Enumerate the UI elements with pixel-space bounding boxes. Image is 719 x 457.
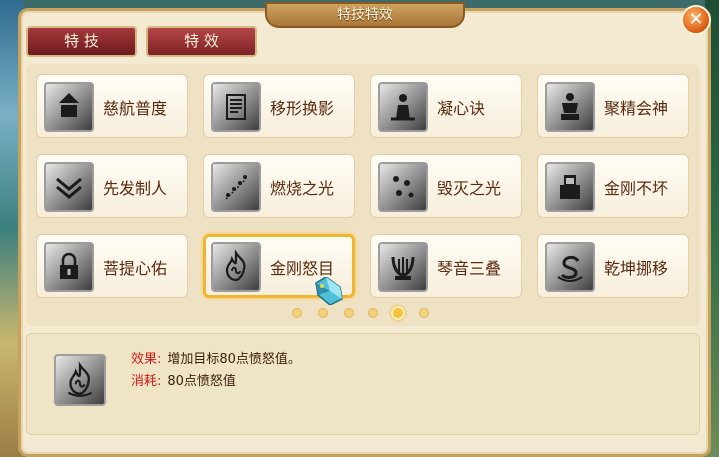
- lock-icon: [44, 242, 94, 292]
- skill-card-cihang-pudu[interactable]: 慈航普度: [36, 74, 188, 138]
- page-dot[interactable]: [318, 308, 328, 318]
- statue-icon: [545, 82, 595, 132]
- falling-stars-icon: [378, 162, 428, 212]
- skill-card-qiankun-nuoyi[interactable]: 乾坤挪移: [537, 234, 689, 298]
- skill-name: 金刚不坏: [604, 179, 669, 198]
- skill-card-puti-xinyou[interactable]: 菩提心佑: [36, 234, 188, 298]
- throne-icon: [545, 162, 595, 212]
- page-dot[interactable]: [368, 308, 378, 318]
- skill-card-yixing-huanying[interactable]: 移形换影: [203, 74, 355, 138]
- skill-name: 菩提心佑: [103, 259, 168, 278]
- skill-name: 金刚怒目: [270, 259, 335, 278]
- skill-card-xianfa-zhiren[interactable]: 先发制人: [36, 154, 188, 218]
- temple-icon: [44, 82, 94, 132]
- sparks-icon: [211, 162, 261, 212]
- skill-name: 聚精会神: [604, 99, 669, 118]
- effect-text: 增加目标80点愤怒值。: [167, 352, 301, 367]
- skill-name: 毁灭之光: [437, 179, 502, 198]
- page-indicator: [292, 306, 442, 320]
- skill-name: 琴音三叠: [437, 259, 502, 278]
- swirl-icon: [545, 242, 595, 292]
- tab-skills[interactable]: 特 技: [26, 26, 137, 57]
- flame-icon: [54, 354, 106, 406]
- scroll-icon: [211, 82, 261, 132]
- skill-name: 先发制人: [103, 179, 168, 198]
- cost-text: 80点愤怒值: [167, 374, 236, 389]
- tab-effects[interactable]: 特 效: [146, 26, 257, 57]
- effect-label: 效果:: [131, 352, 162, 367]
- skill-grid: 慈航普度 移形换影 凝心诀 聚精会神 先发制人 燃烧之光 毁灭之光 金刚不坏 菩…: [26, 64, 700, 326]
- skill-card-qinyin-sandie[interactable]: 琴音三叠: [370, 234, 522, 298]
- skill-name: 乾坤挪移: [604, 259, 669, 278]
- skill-card-huimie-zhiguang[interactable]: 毁灭之光: [370, 154, 522, 218]
- skill-card-ningxin-jue[interactable]: 凝心诀: [370, 74, 522, 138]
- skill-card-ranshao-zhiguang[interactable]: 燃烧之光: [203, 154, 355, 218]
- skill-card-jingang-buhuai[interactable]: 金刚不坏: [537, 154, 689, 218]
- skill-name: 慈航普度: [103, 99, 168, 118]
- flame-icon: [211, 242, 261, 292]
- skill-name: 移形换影: [270, 99, 335, 118]
- close-button[interactable]: ✕: [681, 5, 711, 35]
- page-dot[interactable]: [344, 308, 354, 318]
- window-title: 特技特效: [265, 2, 465, 28]
- meditating-figure-icon: [378, 82, 428, 132]
- skill-name: 燃烧之光: [270, 179, 335, 198]
- cost-label: 消耗:: [131, 374, 162, 389]
- chevron-arrows-icon: [44, 162, 94, 212]
- page-dot[interactable]: [419, 308, 429, 318]
- skill-name: 凝心诀: [437, 99, 486, 118]
- lyre-icon: [378, 242, 428, 292]
- skill-card-jujing-huishen[interactable]: 聚精会神: [537, 74, 689, 138]
- page-dot[interactable]: [292, 308, 302, 318]
- page-dot-current[interactable]: [391, 306, 405, 320]
- crystal-cursor-icon: [315, 277, 343, 305]
- skill-detail-panel: 效果: 增加目标80点愤怒值。 消耗: 80点愤怒值: [26, 333, 700, 435]
